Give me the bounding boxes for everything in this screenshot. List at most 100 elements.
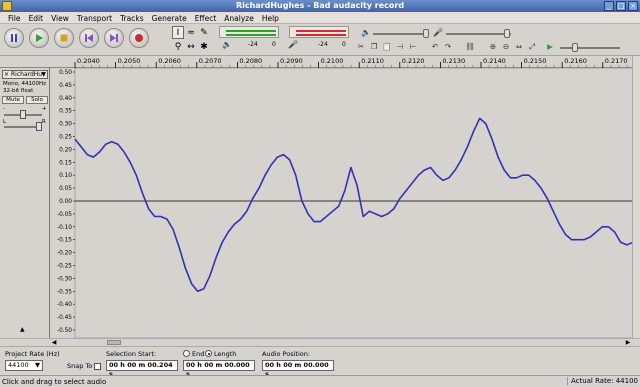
play-speed-slider[interactable] (560, 43, 620, 52)
track-name-dropdown[interactable]: × RichardHu ▼ (2, 70, 48, 79)
end-radio[interactable] (183, 350, 190, 357)
pan-slider-thumb[interactable] (36, 122, 42, 131)
timeshift-tool[interactable]: ↔ (185, 40, 197, 53)
horizontal-scroll-thumb[interactable] (107, 340, 121, 345)
snap-to-label: Snap To (67, 362, 93, 370)
gain-slider[interactable] (4, 110, 42, 119)
menu-help[interactable]: Help (258, 12, 283, 23)
skip-to-end-button[interactable] (104, 28, 124, 48)
menu-transport[interactable]: Transport (73, 12, 116, 23)
amplitude-scale-label: -0.20 (57, 251, 72, 257)
zoom-in-icon[interactable]: ⊕ (488, 42, 498, 52)
ruler-tick-label: 0.2060 (158, 57, 181, 65)
audio-position-field[interactable]: 00 h 00 m 00.000 s (262, 360, 334, 378)
project-rate-dropdown[interactable]: 44100 ▼ (5, 360, 43, 371)
minimize-button[interactable]: _ (604, 1, 614, 11)
chevron-down-icon: ▼ (41, 71, 46, 78)
menu-edit[interactable]: Edit (25, 12, 48, 23)
ruler-tick-label: 0.2170 (605, 57, 628, 65)
copy-icon[interactable]: ❐ (369, 42, 379, 52)
trim-icon[interactable]: ⊣ (395, 42, 405, 52)
collapse-track-icon[interactable]: ▲ (20, 326, 25, 333)
maximize-button[interactable]: □ (616, 1, 626, 11)
selection-toolbar: Project Rate (Hz) 44100 ▼ Snap To Select… (0, 346, 640, 378)
play-button[interactable] (29, 28, 49, 48)
scroll-right-icon[interactable]: ▶ (624, 339, 632, 346)
input-volume-slider[interactable] (446, 29, 511, 38)
envelope-tool[interactable]: ≈ (185, 26, 197, 39)
scroll-left-icon[interactable]: ◀ (50, 339, 58, 346)
menu-effect[interactable]: Effect (191, 12, 221, 23)
length-radio[interactable] (205, 350, 212, 357)
fit-project-icon[interactable]: ⤢ (527, 42, 537, 52)
close-track-icon[interactable]: × (4, 71, 9, 78)
record-meter[interactable] (289, 26, 349, 38)
amplitude-scale-label: 0.10 (59, 173, 72, 179)
amplitude-scale-label: 0.40 (59, 96, 72, 102)
amplitude-scale-label: -0.25 (57, 264, 72, 270)
amplitude-scale-label: 0.00 (59, 199, 72, 205)
solo-button[interactable]: Solo (26, 96, 48, 104)
selection-length-field[interactable]: 00 h 00 m 00.000 s (183, 360, 255, 378)
zoom-out-icon[interactable]: ⊖ (501, 42, 511, 52)
actual-rate: Actual Rate: 44100 (566, 377, 638, 385)
fit-selection-icon[interactable]: ⇔ (514, 42, 524, 52)
menu-tracks[interactable]: Tracks (116, 12, 148, 23)
sync-lock-icon[interactable]: ⛓ (465, 42, 475, 52)
waveform-area[interactable]: 0.50 0.45 0.40 0.35 0.30 0.25 0.20 0.15 0.10 0.05… (50, 68, 633, 338)
track-bit-depth: 32-bit float (3, 88, 34, 94)
amplitude-scale-label: -0.40 (57, 302, 72, 308)
play-speed-thumb[interactable] (572, 43, 578, 52)
undo-icon[interactable]: ↶ (430, 42, 440, 52)
microphone-icon[interactable]: 🎤 (288, 40, 298, 50)
multi-tool[interactable]: ✱ (198, 40, 210, 53)
amplitude-scale-label: 0.30 (59, 122, 72, 128)
close-button[interactable]: × (628, 1, 638, 11)
timeline-ruler[interactable]: 0.2040 0.2050 0.2060 0.2070 0.2080 0.2090 0.21… (0, 56, 640, 68)
mute-button[interactable]: Mute (2, 96, 24, 104)
silence-icon[interactable]: ⊢ (408, 42, 418, 52)
horizontal-scrollbar[interactable]: ◀ ▶ (0, 338, 640, 346)
draw-tool[interactable]: ✎ (198, 26, 210, 39)
zoom-tool[interactable]: ⚲ (172, 40, 184, 53)
menu-generate[interactable]: Generate (148, 12, 191, 23)
speaker-icon[interactable]: 🔈 (222, 40, 232, 50)
paste-icon[interactable]: 📋 (382, 42, 392, 52)
track-name: RichardHu (11, 71, 43, 78)
redo-icon[interactable]: ↷ (443, 42, 453, 52)
output-volume-thumb[interactable] (423, 29, 429, 38)
amplitude-scale-label: -0.15 (57, 238, 72, 244)
pan-left-label: L (3, 119, 7, 125)
selection-start-field[interactable]: 00 h 00 m 00.204 s (106, 360, 178, 378)
pan-slider[interactable] (4, 122, 42, 131)
playback-meter[interactable] (219, 26, 279, 38)
skip-start-icon (85, 34, 93, 42)
menu-bar: File Edit View Transport Tracks Generate… (0, 12, 640, 24)
amplitude-scale-label: 0.45 (59, 83, 72, 89)
play-at-speed-icon[interactable]: ▶ (545, 42, 555, 52)
toolbar-area: I ≈ ✎ ⚲ ↔ ✱ -24 0 🔈 -24 0 🎤 🔈 🎤 ✂ ❐ 📋 ⊣ … (0, 24, 640, 56)
selection-tool[interactable]: I (172, 26, 184, 39)
gain-minus-label: - (3, 106, 5, 112)
menu-analyze[interactable]: Analyze (220, 12, 258, 23)
snap-to-checkbox[interactable] (94, 363, 101, 370)
menu-view[interactable]: View (47, 12, 73, 23)
ruler-tick-label: 0.2050 (118, 57, 141, 65)
vertical-scrollbar[interactable] (632, 56, 640, 338)
mic-volume-icon: 🎤 (433, 28, 443, 37)
menu-file[interactable]: File (4, 12, 25, 23)
record-button[interactable] (129, 28, 149, 48)
pan-right-label: R (42, 119, 46, 125)
ruler-tick-label: 0.2070 (199, 57, 222, 65)
amplitude-scale-label: 0.20 (59, 147, 72, 153)
waveform-svg: 0.50 0.45 0.40 0.35 0.30 0.25 0.20 0.15 0.10 0.05… (50, 68, 633, 338)
input-volume-thumb[interactable] (504, 29, 510, 38)
stop-button[interactable] (54, 28, 74, 48)
skip-to-start-button[interactable] (79, 28, 99, 48)
output-volume-slider[interactable] (373, 29, 429, 38)
gain-slider-thumb[interactable] (20, 110, 26, 119)
cut-icon[interactable]: ✂ (356, 42, 366, 52)
amplitude-scale-label: -0.35 (57, 289, 72, 295)
record-icon (135, 34, 143, 42)
pause-button[interactable] (4, 28, 24, 48)
